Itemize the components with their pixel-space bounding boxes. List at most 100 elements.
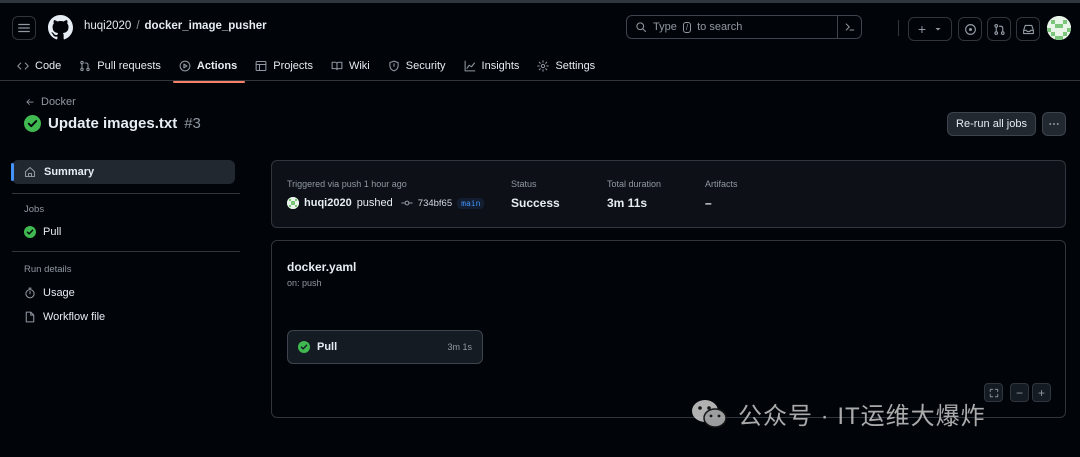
tab-insights[interactable]: Insights [464,57,528,75]
fullscreen-icon [989,388,998,397]
watermark-text: 公众号 · IT运维大爆炸 [738,403,986,430]
inbox-button[interactable] [1016,17,1040,41]
check-circle-icon [24,226,36,238]
sidebar-divider [12,193,240,194]
repo-nav-tabs: Code Pull requests Actions Projects Wiki… [17,57,613,83]
tab-label: Wiki [348,60,370,72]
rerun-all-jobs-button[interactable]: Re-run all jobs [947,112,1036,136]
kebab-horizontal-icon [1049,123,1059,125]
watermark: 公众号 · IT运维大爆炸 [690,396,986,431]
issues-button[interactable] [958,17,982,41]
user-avatar[interactable] [287,197,299,209]
job-name: Pull [317,341,338,353]
jobs-heading: Jobs [24,204,45,215]
check-circle-icon [298,341,310,353]
identicon-icon [1047,16,1071,40]
sidebar-item-job-pull[interactable]: Pull [24,226,61,238]
zoom-out-button[interactable]: − [1010,383,1029,402]
tab-code[interactable]: Code [17,57,69,75]
repo-owner-link[interactable]: huqi2020 [84,20,131,32]
pull-requests-button[interactable] [987,17,1011,41]
search-placeholder-start: Type [653,21,677,33]
hamburger-icon [18,23,30,33]
workflow-name: Docker [41,96,76,108]
tab-settings[interactable]: Settings [537,57,603,75]
search-shortcut-key: / [682,21,692,33]
back-to-workflow-link[interactable]: Docker [25,96,76,108]
check-circle-icon [24,115,41,132]
sidebar-item-label: Summary [44,166,95,178]
tab-pull-requests[interactable]: Pull requests [79,57,169,75]
zoom-in-button[interactable]: + [1032,383,1051,402]
search-input[interactable]: Type / to search [626,15,862,39]
terminal-icon [845,23,854,31]
search-placeholder-end: to search [697,21,743,33]
book-icon [331,61,343,71]
identicon-icon [287,197,299,209]
run-details-heading: Run details [24,264,72,275]
github-mark-icon [48,15,73,40]
pull-request-icon [80,60,91,72]
user-avatar[interactable] [1047,16,1071,40]
tab-label: Security [405,60,446,72]
push-action: pushed [356,197,393,209]
commit-sha-link[interactable]: 734bf65 [418,198,452,209]
sidebar-item-workflow-file[interactable]: Workflow file [24,311,105,323]
tab-label: Insights [481,60,520,72]
search-icon [636,22,647,33]
tab-label: Pull requests [97,60,161,72]
repo-breadcrumb: huqi2020 / docker_image_pusher [84,20,267,32]
tab-projects[interactable]: Projects [255,57,321,75]
repo-name-link[interactable]: docker_image_pusher [145,20,267,32]
trigger-label: Triggered via push 1 hour ago [287,179,407,189]
sidebar-divider [12,251,240,252]
run-summary-panel: Triggered via push 1 hour ago huqi2020 p… [271,160,1066,228]
branch-label[interactable]: main [457,197,485,209]
run-title: Update images.txt #3 [24,115,201,132]
stopwatch-icon [25,287,35,299]
fullscreen-button[interactable] [984,383,1003,402]
sidebar-item-usage[interactable]: Usage [24,287,75,299]
global-header: huqi2020 / docker_image_pusher Type / to… [0,0,1080,83]
sidebar-item-summary[interactable]: Summary [11,160,235,184]
run-number: #3 [184,115,201,132]
header-divider [898,20,899,36]
play-icon [179,60,191,72]
push-user-link[interactable]: huqi2020 [304,197,352,209]
home-icon [24,166,36,178]
tab-actions[interactable]: Actions [172,57,246,83]
command-palette-button[interactable] [837,15,861,39]
artifacts-value: – [705,196,712,210]
gear-icon [537,60,550,72]
duration-value: 3m 11s [607,196,648,210]
graph-icon [464,60,475,72]
sidebar-item-label: Pull [43,226,62,238]
status-value: Success [511,196,560,210]
github-logo[interactable] [48,15,73,40]
workflow-trigger: on: push [287,278,322,288]
more-options-button[interactable] [1042,112,1066,136]
status-label: Status [511,179,537,189]
plus-icon: + [917,21,927,37]
create-new-button[interactable]: + [908,17,952,41]
pull-request-icon [993,23,1005,35]
artifacts-label: Artifacts [705,179,738,189]
table-icon [255,60,267,72]
sidebar-item-label: Workflow file [43,311,106,323]
run-title-text: Update images.txt [48,115,178,132]
tab-security[interactable]: Security [388,57,454,75]
workflow-file-name: docker.yaml [287,260,357,274]
menu-button[interactable] [12,16,36,40]
sidebar-item-label: Usage [43,287,75,299]
tab-label: Projects [273,60,313,72]
job-duration: 3m 1s [447,342,472,352]
tab-label: Settings [555,60,596,72]
job-card-pull[interactable]: Pull 3m 1s [287,330,483,364]
push-info: huqi2020 pushed 734bf65 main [287,197,485,209]
arrow-left-icon [26,99,34,105]
tab-wiki[interactable]: Wiki [331,57,378,75]
breadcrumb-separator: / [136,20,140,32]
workflow-graph-panel: docker.yaml on: push Pull 3m 1s − + [271,240,1066,418]
commit-icon [401,200,413,206]
tab-label: Code [35,60,62,72]
